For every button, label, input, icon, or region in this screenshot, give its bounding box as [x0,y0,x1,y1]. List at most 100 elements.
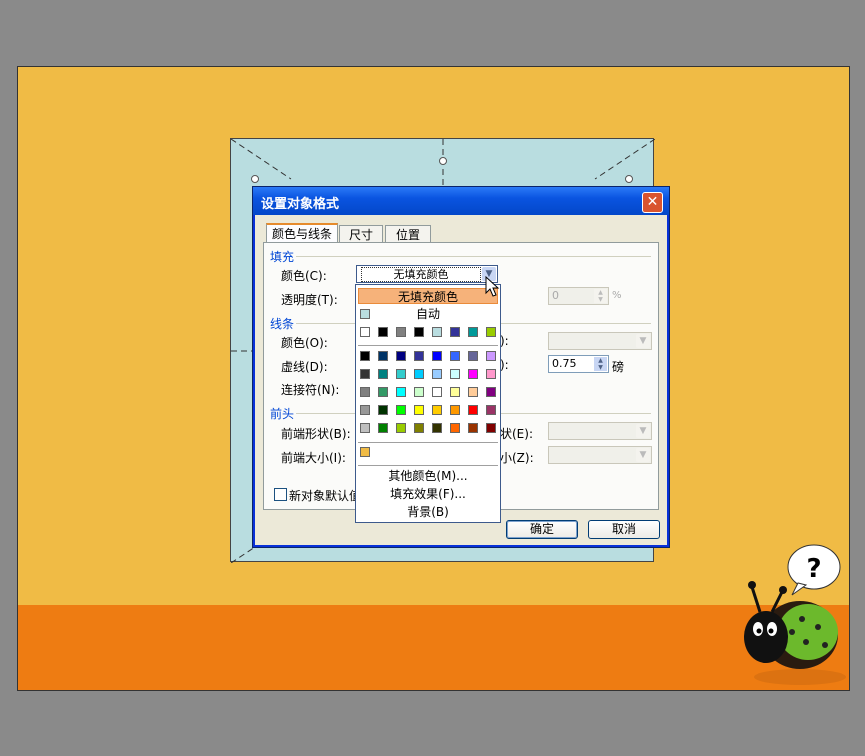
line-style-combo[interactable]: ▼ [548,332,652,350]
transparency-value: 0 [552,289,559,302]
color-swatch[interactable] [360,387,370,397]
spin-down-icon[interactable]: ▼ [594,296,607,303]
color-swatch[interactable] [486,351,496,361]
fill-effects-option[interactable]: 填充效果(F)... [358,486,498,502]
color-swatch[interactable] [360,405,370,415]
color-swatch[interactable] [396,327,406,337]
slide-footer-band [18,605,849,690]
line-weight-spinner[interactable]: 0.75 ▲ ▼ [548,355,609,373]
spin-up-icon[interactable]: ▲ [594,289,607,296]
color-swatch[interactable] [414,327,424,337]
color-swatch[interactable] [432,423,442,433]
color-swatch[interactable] [396,405,406,415]
color-swatch[interactable] [468,351,478,361]
end-style-combo[interactable]: ▼ [548,422,652,440]
color-swatch[interactable] [450,405,460,415]
line-style-label-partial: ): [500,334,509,348]
end-size-combo[interactable]: ▼ [548,446,652,464]
ok-button[interactable]: 确定 [506,520,578,539]
color-swatch[interactable] [450,369,460,379]
chevron-down-icon[interactable]: ▼ [636,448,650,462]
transparency-spinner[interactable]: 0 ▲ ▼ [548,287,609,305]
color-swatch[interactable] [378,351,388,361]
color-swatch[interactable] [486,369,496,379]
color-swatch[interactable] [396,369,406,379]
transparency-label: 透明度(T): [281,293,338,307]
color-swatch[interactable] [396,423,406,433]
dialog-titlebar[interactable]: 设置对象格式 ✕ [253,187,669,215]
auto-option[interactable]: 自动 [358,306,498,322]
chevron-down-icon[interactable]: ▼ [636,334,650,348]
color-swatch[interactable] [468,369,478,379]
color-swatch[interactable] [450,423,460,433]
default-checkbox[interactable] [274,488,287,501]
color-swatch[interactable] [360,327,370,337]
color-swatch[interactable] [360,369,370,379]
tab-size[interactable]: 尺寸 [339,225,383,243]
cancel-button[interactable]: 取消 [588,520,660,539]
color-swatch[interactable] [360,351,370,361]
color-swatch[interactable] [378,369,388,379]
fill-color-combo[interactable]: 无填充颜色 ▼ [356,265,498,283]
color-swatch[interactable] [486,387,496,397]
line-section-title: 线条 [270,317,295,331]
line-color-label: 颜色(O): [281,336,328,350]
separator [358,465,498,466]
line-weight-label-partial: ): [500,358,509,372]
fill-color-value: 无填充颜色 [361,267,481,282]
spin-up-icon[interactable]: ▲ [594,357,607,364]
color-dropdown: 无填充颜色 自动 其他颜色(M)... 填充效果(F)... 背景(B) [355,284,501,523]
color-swatch[interactable] [432,351,442,361]
color-swatch[interactable] [378,327,388,337]
color-swatch[interactable] [468,387,478,397]
color-swatch[interactable] [432,327,442,337]
tab-position[interactable]: 位置 [385,225,431,243]
color-swatch[interactable] [378,423,388,433]
resize-handle[interactable] [625,175,633,183]
color-swatch[interactable] [414,351,424,361]
color-swatch[interactable] [468,423,478,433]
divider [296,256,651,257]
ladybug-mascot: ? [744,544,846,685]
color-swatch[interactable] [468,405,478,415]
color-swatch[interactable] [450,387,460,397]
chevron-down-icon[interactable]: ▼ [636,424,650,438]
color-swatch[interactable] [414,387,424,397]
color-swatch[interactable] [378,387,388,397]
color-swatch[interactable] [414,423,424,433]
color-swatch[interactable] [414,405,424,415]
color-swatch[interactable] [432,387,442,397]
color-swatch[interactable] [432,369,442,379]
end-style-label-partial: 状(E): [500,427,533,441]
recent-color-swatch[interactable] [360,447,370,457]
color-swatch[interactable] [486,405,496,415]
rotate-handle[interactable] [439,157,447,165]
spin-down-icon[interactable]: ▼ [594,364,607,371]
color-swatch[interactable] [396,387,406,397]
separator [358,345,498,346]
begin-size-label: 前端大小(I): [281,451,346,465]
speech-bubble-text: ? [806,554,821,584]
color-swatch[interactable] [432,405,442,415]
color-swatch[interactable] [468,327,478,337]
color-swatch[interactable] [378,405,388,415]
dash-label: 虚线(D): [281,360,328,374]
color-swatch[interactable] [360,423,370,433]
color-swatch[interactable] [450,327,460,337]
more-colors-option[interactable]: 其他颜色(M)... [358,468,498,484]
color-swatch[interactable] [450,351,460,361]
resize-handle[interactable] [251,175,259,183]
tab-colors-lines[interactable]: 颜色与线条 [266,223,338,244]
background-option[interactable]: 背景(B) [358,504,498,520]
color-swatch[interactable] [414,369,424,379]
color-swatch[interactable] [486,423,496,433]
color-swatch[interactable] [486,327,496,337]
no-fill-option[interactable]: 无填充颜色 [358,288,498,304]
line-weight-value: 0.75 [552,357,577,370]
color-swatch[interactable] [396,351,406,361]
begin-style-label: 前端形状(B): [281,427,351,441]
fill-color-label: 颜色(C): [281,269,327,283]
close-button[interactable]: ✕ [642,192,663,213]
connector-label: 连接符(N): [281,383,340,397]
dialog-title: 设置对象格式 [261,197,340,212]
